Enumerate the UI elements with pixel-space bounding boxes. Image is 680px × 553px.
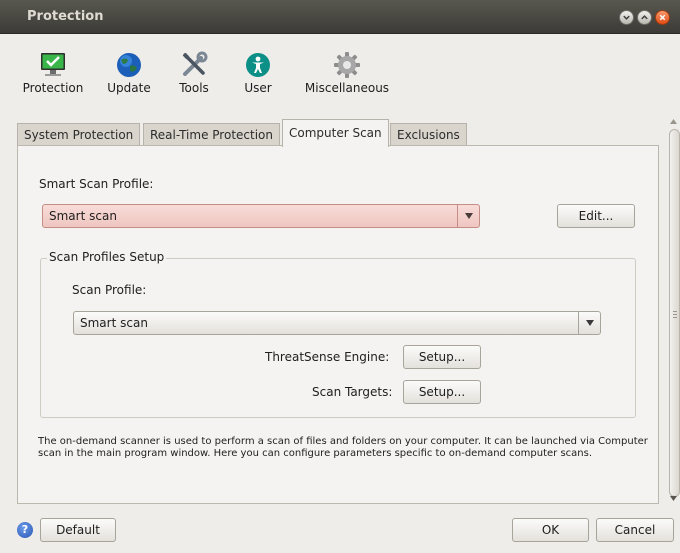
scroll-down-icon[interactable] bbox=[670, 490, 677, 504]
window-title: Protection bbox=[27, 9, 104, 24]
toolbar-miscellaneous-label: Miscellaneous bbox=[304, 81, 390, 95]
chevron-down-icon bbox=[457, 205, 479, 227]
default-button-label: Default bbox=[56, 523, 100, 537]
maximize-button[interactable] bbox=[637, 10, 652, 25]
gear-icon bbox=[330, 48, 364, 82]
help-icon[interactable]: ? bbox=[17, 522, 33, 538]
default-button[interactable]: Default bbox=[40, 518, 116, 542]
toolbar-tools[interactable]: Tools bbox=[172, 48, 216, 100]
smart-scan-profile-select[interactable]: Smart scan bbox=[42, 204, 480, 228]
globe-icon bbox=[112, 48, 146, 82]
smart-scan-profile-value: Smart scan bbox=[49, 209, 117, 223]
scroll-up-icon[interactable] bbox=[670, 113, 677, 127]
grip-line bbox=[673, 311, 677, 312]
protection-window: Protection Protection Update Tools User … bbox=[0, 0, 680, 553]
scan-profiles-setup-title: Scan Profiles Setup bbox=[47, 250, 167, 264]
title-bar[interactable]: Protection bbox=[0, 0, 680, 34]
tab-label: Exclusions bbox=[397, 128, 460, 142]
maximize-icon bbox=[641, 15, 648, 20]
scan-targets-setup-button[interactable]: Setup... bbox=[403, 380, 481, 404]
chevron-down-icon bbox=[578, 312, 600, 334]
computer-scan-description: The on-demand scanner is used to perform… bbox=[38, 436, 648, 459]
tab-label: Computer Scan bbox=[289, 126, 382, 140]
ok-button[interactable]: OK bbox=[512, 518, 589, 542]
monitor-check-icon bbox=[36, 48, 70, 82]
smart-scan-profile-label: Smart Scan Profile: bbox=[39, 177, 154, 191]
minimize-icon bbox=[623, 15, 630, 20]
toolbar-tools-label: Tools bbox=[179, 81, 209, 95]
scan-profile-label: Scan Profile: bbox=[72, 283, 147, 297]
tab-system-protection[interactable]: System Protection bbox=[17, 123, 141, 146]
tab-real-time-protection[interactable]: Real-Time Protection bbox=[143, 123, 280, 146]
tab-label: Real-Time Protection bbox=[150, 128, 273, 142]
tab-label: System Protection bbox=[24, 128, 134, 142]
toolbar-miscellaneous[interactable]: Miscellaneous bbox=[300, 48, 394, 100]
scrollbar-thumb[interactable] bbox=[669, 129, 680, 497]
tab-exclusions[interactable]: Exclusions bbox=[390, 123, 467, 146]
toolbar-update[interactable]: Update bbox=[103, 48, 155, 100]
cancel-button-label: Cancel bbox=[614, 523, 656, 537]
toolbar-user-label: User bbox=[244, 81, 272, 95]
close-button[interactable] bbox=[655, 10, 670, 25]
vertical-scrollbar[interactable] bbox=[667, 109, 680, 506]
scan-profiles-setup-group: Scan Profiles Setup Scan Profile: Smart … bbox=[40, 250, 636, 418]
scan-targets-setup-label: Setup... bbox=[418, 385, 466, 399]
close-icon bbox=[659, 14, 666, 21]
grip-line bbox=[673, 317, 677, 318]
toolbar-protection[interactable]: Protection bbox=[18, 48, 88, 100]
toolbar-protection-label: Protection bbox=[22, 81, 84, 95]
toolbar-user[interactable]: User bbox=[238, 48, 278, 100]
threatsense-setup-button[interactable]: Setup... bbox=[403, 345, 481, 369]
scan-profile-value: Smart scan bbox=[80, 316, 148, 330]
edit-button-label: Edit... bbox=[578, 209, 614, 223]
scan-targets-label: Scan Targets: bbox=[312, 385, 393, 399]
scan-profile-select[interactable]: Smart scan bbox=[73, 311, 601, 335]
ok-button-label: OK bbox=[541, 523, 560, 537]
computer-scan-panel: Smart Scan Profile: Smart scan Edit... S… bbox=[17, 145, 659, 504]
threatsense-engine-label: ThreatSense Engine: bbox=[265, 350, 390, 364]
toolbar-update-label: Update bbox=[107, 81, 151, 95]
tab-computer-scan[interactable]: Computer Scan bbox=[282, 119, 389, 147]
cancel-button[interactable]: Cancel bbox=[596, 518, 674, 542]
main-toolbar: Protection Update Tools User Miscellaneo… bbox=[0, 34, 680, 104]
user-icon bbox=[241, 48, 275, 82]
threatsense-setup-label: Setup... bbox=[418, 350, 466, 364]
minimize-button[interactable] bbox=[619, 10, 634, 25]
edit-button[interactable]: Edit... bbox=[557, 204, 635, 228]
grip-line bbox=[673, 314, 677, 315]
tools-icon bbox=[177, 48, 211, 82]
